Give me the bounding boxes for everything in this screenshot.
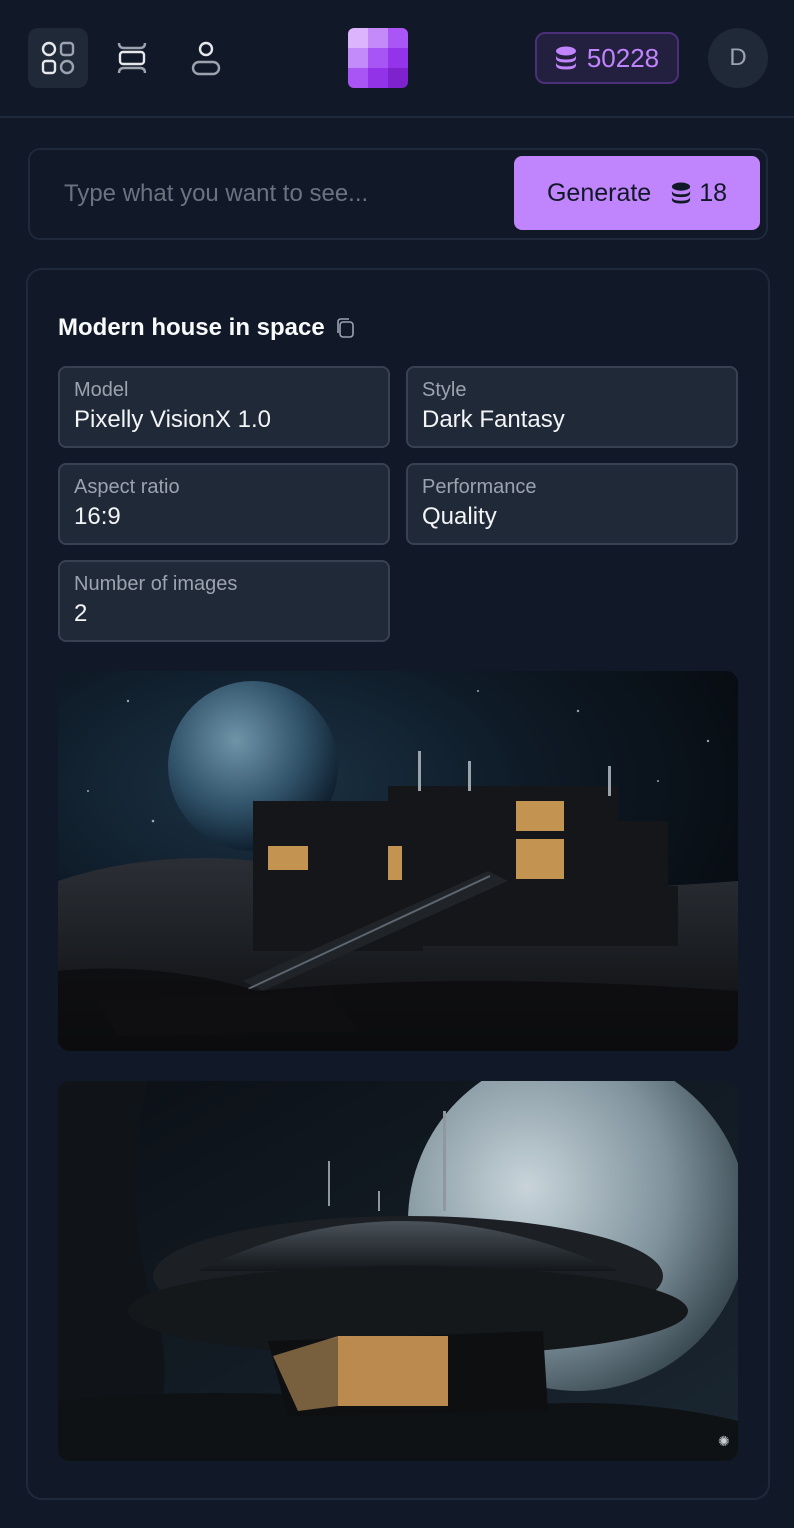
prompt-input[interactable] [50, 164, 500, 224]
result-title-row: Modern house in space [58, 314, 355, 342]
credits-value: 50228 [586, 42, 660, 73]
logo-tile [348, 28, 368, 48]
field-style: Style Dark Fantasy [406, 366, 738, 448]
top-bar: 50228 D [0, 0, 794, 118]
nav-gallery-button[interactable] [28, 28, 88, 88]
field-value: 16:9 [74, 503, 121, 530]
nav-profile-button[interactable] [176, 28, 236, 88]
logo-tile [368, 48, 388, 68]
generated-image-1[interactable] [58, 671, 738, 1051]
logo-tile [388, 48, 408, 68]
field-value: Dark Fantasy [422, 406, 565, 433]
field-label: Performance [422, 476, 537, 498]
field-number-of-images: Number of images 2 [58, 560, 390, 642]
app-logo[interactable] [348, 28, 408, 88]
coins-stack-icon [555, 46, 576, 70]
house-planet-illustration [58, 671, 738, 1051]
result-title: Modern house in space [58, 314, 325, 341]
field-label: Style [422, 379, 467, 401]
field-label: Aspect ratio [74, 476, 180, 498]
logo-tile [348, 48, 368, 68]
logo-tile [348, 68, 368, 88]
user-avatar[interactable]: D [708, 28, 768, 88]
grid-apps-icon [41, 41, 75, 75]
generate-button[interactable]: Generate 18 [514, 156, 760, 230]
logo-tile [368, 68, 388, 88]
logo-tile [388, 68, 408, 88]
field-label: Model [74, 379, 129, 401]
generation-result-card: Modern house in space Model Pixelly Visi… [26, 268, 770, 1500]
field-value: Quality [422, 503, 497, 530]
field-value: Pixelly VisionX 1.0 [74, 406, 271, 433]
field-label: Number of images [74, 573, 238, 595]
credits-badge[interactable]: 50228 [535, 32, 679, 84]
generated-image-2[interactable]: ✺ [58, 1081, 738, 1461]
prompt-bar: Generate 18 [28, 148, 768, 240]
avatar-initial: D [729, 44, 747, 71]
nav-generate-button[interactable] [102, 28, 162, 88]
user-icon [191, 41, 221, 76]
generate-cost: 18 [671, 179, 727, 208]
copy-icon[interactable] [335, 317, 355, 339]
logo-tile [368, 28, 388, 48]
generate-label: Generate [546, 178, 652, 207]
logo-tile [388, 28, 408, 48]
image-frame-icon [117, 42, 147, 74]
saucer-house-moon-illustration: ✺ [58, 1081, 738, 1461]
generate-cost-value: 18 [699, 178, 728, 207]
svg-text:✺: ✺ [718, 1434, 730, 1450]
field-model: Model Pixelly VisionX 1.0 [58, 366, 390, 448]
coins-stack-icon [672, 182, 691, 204]
field-value: 2 [74, 600, 88, 627]
field-performance: Performance Quality [406, 463, 738, 545]
field-aspect-ratio: Aspect ratio 16:9 [58, 463, 390, 545]
